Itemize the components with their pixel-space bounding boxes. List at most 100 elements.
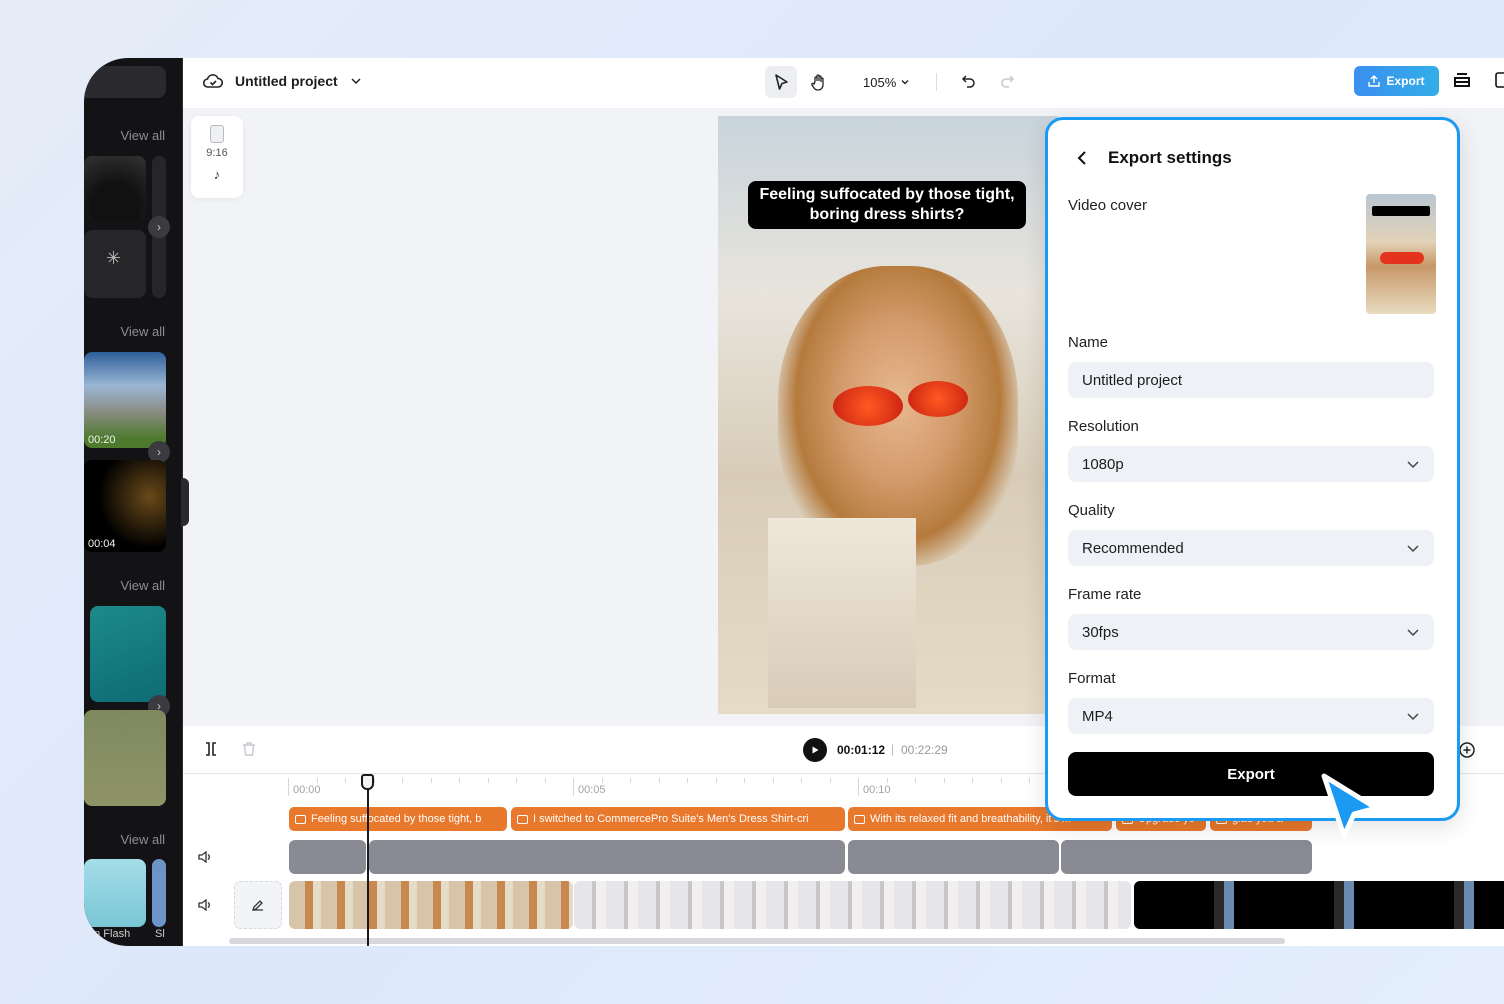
audio-track-mute-button[interactable] bbox=[197, 850, 213, 869]
video-preview[interactable]: Feeling suffocated by those tight, borin… bbox=[718, 116, 1058, 714]
panel-toggle-button[interactable] bbox=[1495, 71, 1504, 94]
collapse-sidebar-handle[interactable] bbox=[181, 478, 189, 526]
caption-text[interactable]: Feeling suffocated by those tight, borin… bbox=[748, 181, 1026, 229]
ruler-minor-tick bbox=[801, 778, 802, 783]
export-label: Export bbox=[1386, 74, 1425, 88]
plus-circle-icon bbox=[1459, 742, 1475, 758]
media-thumbnail[interactable]: ✳ bbox=[84, 230, 146, 298]
split-button[interactable] bbox=[203, 741, 219, 762]
video-track-mute-button[interactable] bbox=[197, 898, 213, 917]
current-time: 00:01:12 bbox=[837, 743, 886, 757]
view-all-link[interactable]: View all bbox=[120, 832, 165, 847]
frame-rate-label: Frame rate bbox=[1068, 586, 1142, 603]
format-label: Format bbox=[1068, 670, 1116, 687]
name-label: Name bbox=[1068, 334, 1109, 351]
view-all-link[interactable]: View all bbox=[120, 324, 165, 339]
ruler-minor-tick bbox=[544, 778, 546, 783]
edit-cover-button[interactable] bbox=[234, 881, 282, 929]
caption-clip[interactable]: Feeling suffocated by those tight, b bbox=[289, 807, 507, 831]
caption-icon bbox=[517, 814, 528, 824]
split-icon bbox=[206, 742, 216, 756]
audio-clip[interactable] bbox=[369, 840, 845, 874]
export-confirm-label: Export bbox=[1227, 765, 1275, 783]
speaker-icon bbox=[198, 898, 210, 912]
total-time: 00:22:29 bbox=[901, 743, 948, 757]
video-cover-label: Video cover bbox=[1068, 197, 1147, 214]
ruler-minor-tick bbox=[430, 778, 432, 783]
resolution-select[interactable]: 1080p bbox=[1068, 446, 1434, 482]
cover-caption bbox=[1372, 206, 1430, 216]
playhead-line[interactable] bbox=[367, 774, 369, 946]
frame-rate-value: 30fps bbox=[1082, 623, 1119, 641]
format-select[interactable]: MP4 bbox=[1068, 698, 1434, 734]
layers-menu-button[interactable] bbox=[1453, 71, 1471, 94]
media-thumbnail[interactable]: 00:20 bbox=[84, 352, 166, 448]
delete-button[interactable] bbox=[241, 741, 257, 762]
upload-icon bbox=[1368, 75, 1381, 87]
ruler-minor-tick bbox=[516, 778, 517, 783]
ruler-minor-tick bbox=[402, 778, 403, 783]
tiktok-icon: ♪ bbox=[213, 167, 221, 182]
ruler-minor-tick bbox=[715, 778, 717, 783]
project-menu[interactable]: Untitled project bbox=[203, 72, 362, 90]
play-button[interactable] bbox=[803, 738, 827, 762]
snowflake-icon: ✳ bbox=[106, 248, 122, 268]
pointer-icon bbox=[775, 74, 788, 90]
audio-clip[interactable] bbox=[848, 840, 1059, 874]
divider bbox=[936, 73, 938, 91]
hand-tool-button[interactable] bbox=[803, 66, 835, 98]
sidebar-search[interactable] bbox=[84, 66, 166, 98]
name-input[interactable]: Untitled project bbox=[1068, 362, 1434, 398]
ruler-tick bbox=[288, 778, 289, 796]
playhead-handle[interactable] bbox=[361, 774, 374, 790]
media-thumbnail[interactable]: 00:04 bbox=[84, 460, 166, 552]
video-clip[interactable] bbox=[289, 881, 573, 929]
top-bar: Untitled project 105% Export bbox=[183, 58, 1504, 108]
ruler-tick bbox=[858, 778, 859, 796]
ruler-minor-tick bbox=[658, 778, 660, 783]
zoom-dropdown[interactable]: 105% bbox=[863, 75, 910, 90]
quality-select[interactable]: Recommended bbox=[1068, 530, 1434, 566]
chevron-down-icon bbox=[1407, 629, 1419, 637]
redo-icon bbox=[1001, 75, 1015, 88]
video-clip[interactable] bbox=[574, 881, 1131, 929]
video-clip[interactable] bbox=[1134, 881, 1504, 929]
quality-label: Quality bbox=[1068, 502, 1115, 519]
media-thumbnail[interactable] bbox=[90, 606, 166, 702]
redo-button[interactable] bbox=[991, 66, 1023, 98]
view-all-link[interactable]: View all bbox=[120, 128, 165, 143]
back-arrow-icon[interactable] bbox=[1076, 150, 1088, 166]
zoom-in-timeline-button[interactable] bbox=[1458, 741, 1476, 764]
caption-clip[interactable]: I switched to CommercePro Suite's Men's … bbox=[511, 807, 845, 831]
timeline-scrollbar[interactable] bbox=[229, 938, 1285, 944]
undo-button[interactable] bbox=[953, 66, 985, 98]
ruler-minor-tick bbox=[972, 778, 973, 783]
select-tool-button[interactable] bbox=[765, 66, 797, 98]
chevron-down-icon bbox=[1407, 713, 1419, 721]
ruler-minor-tick bbox=[943, 778, 945, 783]
audio-clip[interactable] bbox=[1061, 840, 1312, 874]
chevron-down-icon bbox=[901, 80, 909, 85]
ruler-minor-tick bbox=[744, 778, 745, 783]
view-all-link[interactable]: View all bbox=[120, 578, 165, 593]
video-cover-thumbnail[interactable] bbox=[1366, 194, 1436, 314]
media-thumbnail[interactable] bbox=[84, 859, 146, 927]
trash-icon bbox=[243, 742, 255, 756]
media-thumbnail[interactable] bbox=[84, 156, 146, 220]
media-label: on Flash bbox=[88, 928, 131, 940]
ruler-minor-tick bbox=[772, 778, 774, 783]
ruler-label: 00:10 bbox=[863, 784, 891, 796]
media-thumbnail[interactable] bbox=[84, 710, 166, 806]
chevron-down-icon bbox=[1407, 461, 1419, 469]
ruler-label: 00:05 bbox=[578, 784, 606, 796]
frame-rate-select[interactable]: 30fps bbox=[1068, 614, 1434, 650]
export-button[interactable]: Export bbox=[1354, 66, 1439, 96]
audio-clip[interactable] bbox=[289, 840, 366, 874]
stack-icon bbox=[1454, 73, 1470, 87]
ruler-minor-tick bbox=[316, 778, 318, 783]
ruler-minor-tick bbox=[915, 778, 916, 783]
scroll-right-button[interactable]: › bbox=[148, 216, 170, 238]
media-thumbnail[interactable] bbox=[152, 859, 166, 927]
aspect-ratio-card[interactable]: 9:16 ♪ bbox=[191, 116, 243, 198]
aspect-ratio-label: 9:16 bbox=[206, 147, 228, 159]
